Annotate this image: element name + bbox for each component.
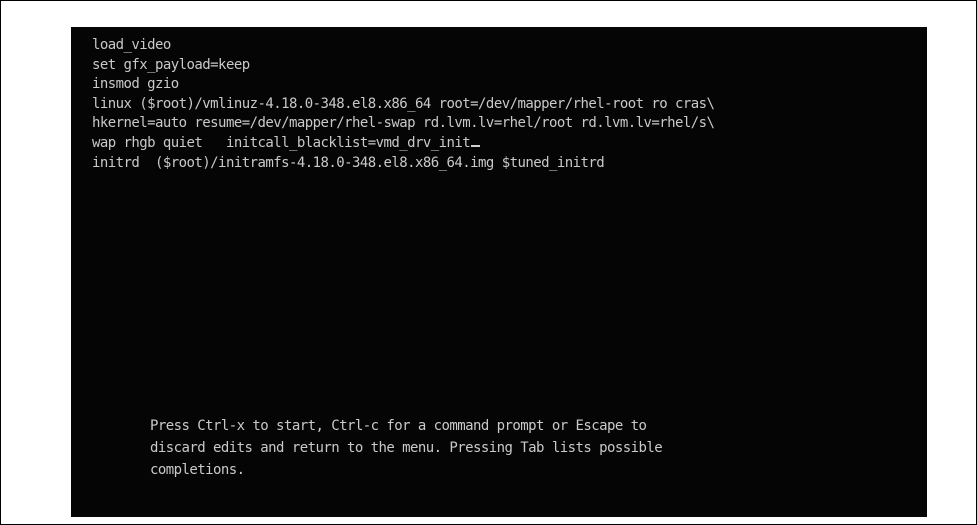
editor-line-initrd[interactable]: initrd ($root)/initramfs-4.18.0-348.el8.… (92, 154, 919, 174)
help-line: discard edits and return to the menu. Pr… (150, 440, 663, 456)
help-line: Press Ctrl-x to start, Ctrl-c for a comm… (150, 418, 647, 434)
editor-line-kernel-args-end[interactable]: wap rhgb quiet initcall_blacklist=vmd_dr… (92, 134, 919, 154)
editor-line-set-gfx-payload[interactable]: set gfx_payload=keep (92, 56, 919, 76)
editor-line-linux-kernel[interactable]: linux ($root)/vmlinuz-4.18.0-348.el8.x86… (92, 95, 919, 115)
grub-edit-console[interactable]: load_video set gfx_payload=keep insmod g… (71, 27, 927, 517)
editor-line-kernel-args-continued[interactable]: hkernel=auto resume=/dev/mapper/rhel-swa… (92, 114, 919, 134)
help-message: Press Ctrl-x to start, Ctrl-c for a comm… (150, 415, 887, 481)
help-line: completions. (150, 462, 245, 478)
screenshot-frame: load_video set gfx_payload=keep insmod g… (0, 0, 977, 525)
editor-line-load-video[interactable]: load_video (92, 36, 919, 56)
editor-line-insmod[interactable]: insmod gzio (92, 75, 919, 95)
boot-entry-editor[interactable]: load_video set gfx_payload=keep insmod g… (92, 36, 919, 173)
text-cursor (471, 144, 481, 147)
editor-line-kernel-args-end-text[interactable]: wap rhgb quiet initcall_blacklist=vmd_dr… (92, 135, 471, 151)
